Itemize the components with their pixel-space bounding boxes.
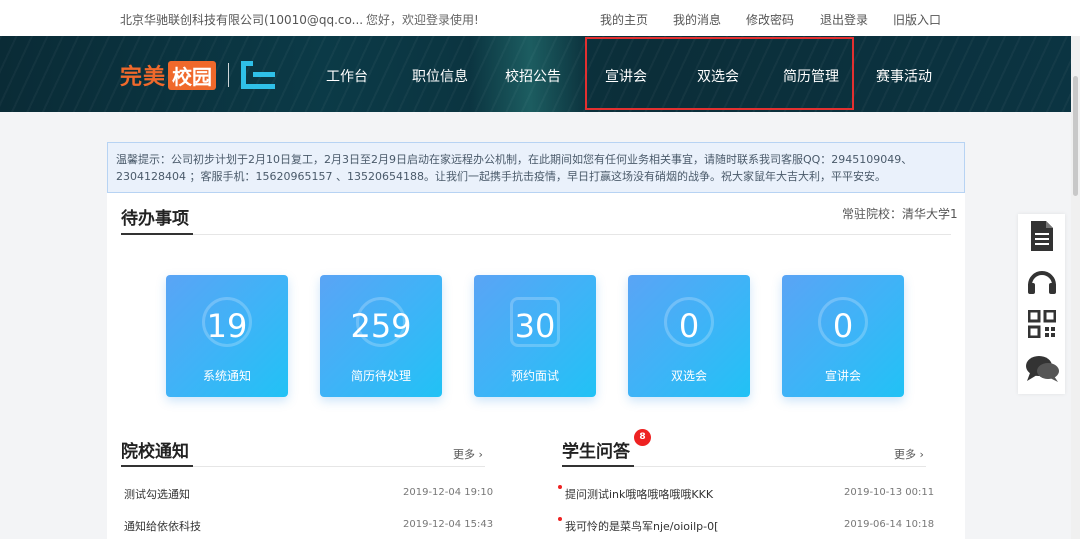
school-notices-more-link[interactable]: 更多 ›: [453, 446, 483, 462]
qa-item-date: 2019-10-13 00:11: [844, 487, 935, 498]
more-label: 更多: [453, 448, 475, 461]
tile-job-fair[interactable]: 0 双选会: [628, 275, 750, 397]
nav-events[interactable]: 赛事活动: [876, 66, 932, 86]
qa-divider: [634, 466, 926, 467]
link-logout[interactable]: 退出登录: [820, 11, 868, 28]
welcome-text: 您好，欢迎登录使用!: [366, 13, 479, 27]
tile-value: 259: [350, 307, 412, 345]
notice-item-date: 2019-12-04 15:43: [403, 519, 494, 530]
link-change-password[interactable]: 修改密码: [746, 11, 794, 28]
main-nav: 完美 校园 工作台 职位信息 校招公告 宣讲会 双选会 简历管理 赛事活动: [0, 36, 1080, 112]
highlight-box: [585, 37, 854, 110]
tile-value: 0: [832, 307, 854, 345]
qrcode-icon[interactable]: [1018, 304, 1065, 344]
tile-label: 简历待处理: [350, 369, 411, 383]
tile-value: 30: [514, 307, 556, 345]
nav-job-info[interactable]: 职位信息: [412, 66, 468, 86]
tile-label: 预约面试: [510, 369, 559, 383]
logo[interactable]: 完美 校园: [120, 58, 276, 92]
document-icon[interactable]: [1018, 216, 1065, 256]
chat-icon[interactable]: [1018, 349, 1065, 389]
tile-label: 宣讲会: [824, 369, 861, 383]
qa-underline: [562, 465, 634, 467]
chevron-right-icon: ›: [478, 448, 483, 461]
link-my-messages[interactable]: 我的消息: [673, 11, 721, 28]
nav-workbench[interactable]: 工作台: [326, 66, 368, 86]
top-bar: 北京华驰联创科技有限公司(10010@qq.co... 您好，欢迎登录使用! 我…: [0, 0, 1080, 36]
tile-system-notice[interactable]: 19 系统通知: [166, 275, 288, 397]
qa-item-text[interactable]: 提问测试ink哦咯哦咯哦哦KKK: [565, 486, 713, 502]
tile-label: 双选会: [670, 369, 707, 383]
todo-title: 待办事项: [121, 209, 189, 229]
tile-interview[interactable]: 30 预约面试: [474, 275, 596, 397]
qa-badge: 8: [634, 429, 651, 446]
page: 北京华驰联创科技有限公司(10010@qq.co... 您好，欢迎登录使用! 我…: [0, 0, 1080, 539]
main-card: 待办事项 常驻院校：清华大学1 19 系统通知 259 简历待处理 30 预约面…: [107, 193, 965, 539]
logo-text-box: 校园: [168, 60, 217, 90]
tile-value: 0: [678, 307, 700, 345]
link-my-home[interactable]: 我的主页: [600, 11, 648, 28]
todo-title-underline: [121, 233, 193, 235]
qa-item-text[interactable]: 我可怜的是菜鸟军nje/oioilp-0[: [565, 518, 718, 534]
qa-more-link[interactable]: 更多 ›: [894, 446, 924, 462]
todo-divider: [193, 234, 951, 235]
tile-resume-pending[interactable]: 259 简历待处理: [320, 275, 442, 397]
unread-dot: [558, 485, 562, 489]
logo-mark-icon: [241, 61, 276, 89]
chevron-right-icon: ›: [919, 448, 924, 461]
more-label: 更多: [894, 448, 916, 461]
resident-school: 常驻院校：清华大学1: [842, 207, 958, 221]
qa-title: 学生问答: [562, 442, 630, 462]
notice-item-text[interactable]: 通知给依依科技: [124, 518, 201, 534]
notice-item-date: 2019-12-04 19:10: [403, 487, 494, 498]
school-notices-underline: [121, 465, 193, 467]
scrollbar-thumb[interactable]: [1073, 76, 1078, 196]
nav-campus-announcement[interactable]: 校招公告: [505, 66, 561, 86]
tile-label: 系统通知: [202, 369, 251, 383]
scrollbar[interactable]: [1071, 36, 1080, 539]
unread-dot: [558, 517, 562, 521]
company-account: 北京华驰联创科技有限公司(10010@qq.co...: [120, 13, 364, 27]
tile-value: 19: [206, 307, 248, 345]
tile-seminar[interactable]: 0 宣讲会: [782, 275, 904, 397]
logo-text: 完美: [120, 65, 167, 90]
school-notices-divider: [193, 466, 485, 467]
school-notices-title: 院校通知: [121, 442, 189, 462]
qa-item-date: 2019-06-14 10:18: [844, 519, 935, 530]
side-toolbar: [1018, 214, 1065, 394]
logo-divider: [228, 63, 230, 87]
link-old-version[interactable]: 旧版入口: [893, 11, 941, 28]
notice-item-text[interactable]: 测试勾选通知: [124, 486, 190, 502]
headset-icon[interactable]: [1018, 261, 1065, 301]
notice-banner: 温馨提示：公司初步计划于2月10日复工，2月3日至2月9日启动在家远程办公机制，…: [107, 142, 965, 193]
